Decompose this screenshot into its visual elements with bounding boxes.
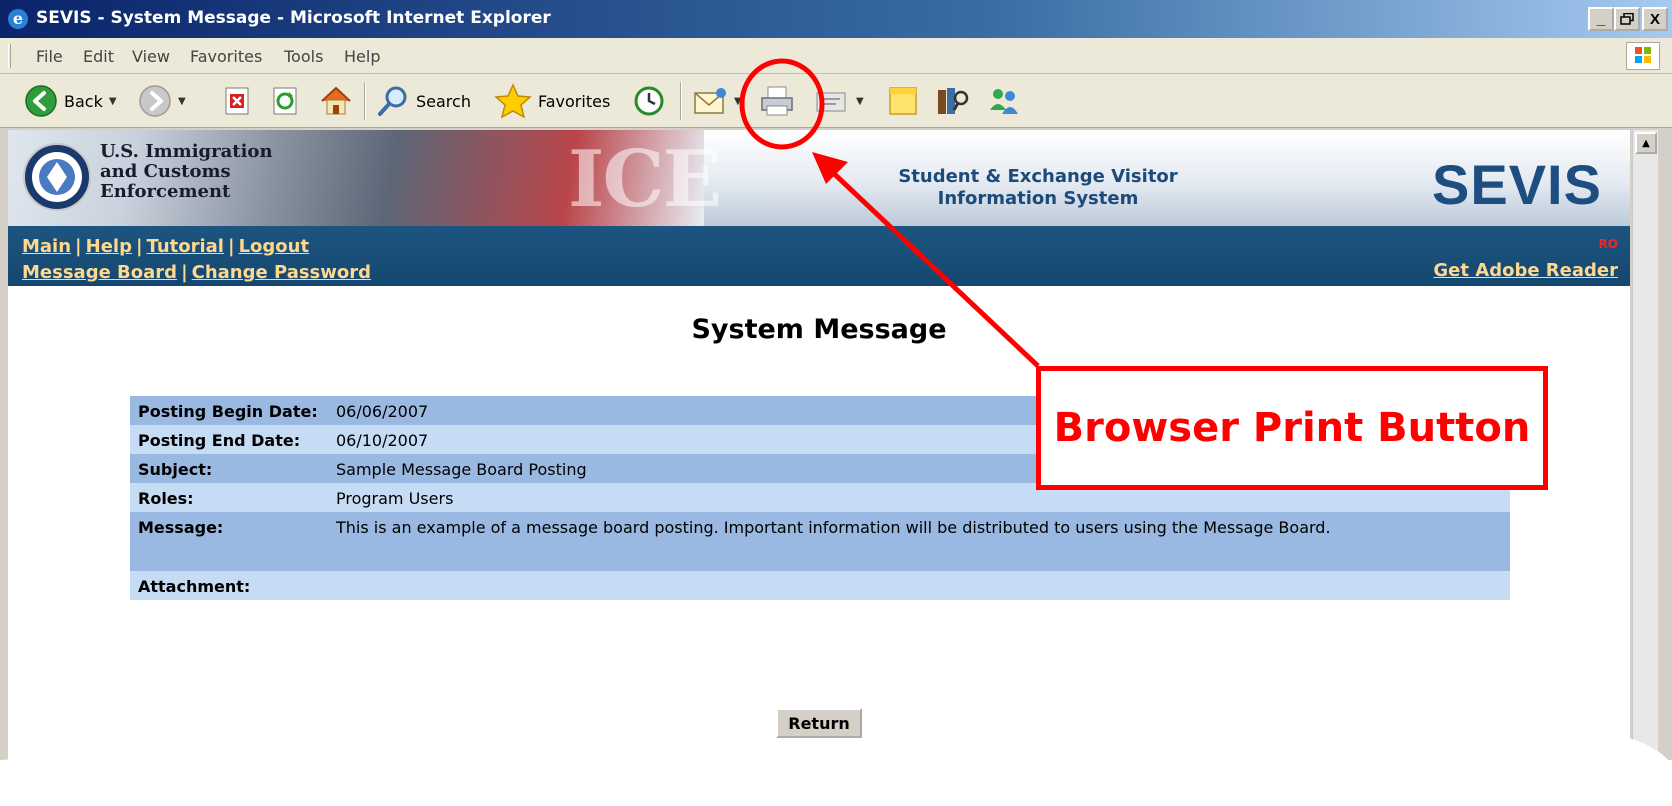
discuss-button[interactable] xyxy=(886,82,920,120)
nav-link-help[interactable]: Help xyxy=(86,236,132,257)
scroll-up-icon[interactable]: ▲ xyxy=(1635,132,1657,154)
field-label: Subject: xyxy=(138,460,213,479)
minimize-button[interactable]: _ xyxy=(1588,7,1614,31)
favorites-label: Favorites xyxy=(538,91,611,111)
site-header: U.S. Immigration and Customs Enforcement… xyxy=(8,130,1630,226)
restore-icon xyxy=(1620,13,1634,25)
stop-button[interactable] xyxy=(222,82,254,120)
research-button[interactable] xyxy=(934,82,970,120)
ice-banner-image: U.S. Immigration and Customs Enforcement… xyxy=(8,130,722,226)
search-label: Search xyxy=(416,91,471,111)
field-label: Roles: xyxy=(138,489,194,508)
annotation-callout: Browser Print Button xyxy=(1036,366,1548,490)
get-adobe-reader-link[interactable]: Get Adobe Reader xyxy=(1433,260,1618,281)
nav-link-tutorial[interactable]: Tutorial xyxy=(147,236,224,257)
standard-toolbar: Back ▼ ▼ Search Favorites ▼ ▼ xyxy=(0,74,1672,128)
sevis-logo: SEVIS xyxy=(1432,153,1602,216)
window-title: SEVIS - System Message - Microsoft Inter… xyxy=(36,8,551,28)
print-button[interactable] xyxy=(758,82,796,120)
nav-row-primary: Main | Help | Tutorial | Logout xyxy=(22,236,310,257)
edit-page-icon xyxy=(816,92,846,112)
nav-link-change-password[interactable]: Change Password xyxy=(192,262,371,283)
edit-button[interactable]: ▼ xyxy=(814,82,864,120)
back-dropdown-icon[interactable]: ▼ xyxy=(109,96,117,107)
field-label: Posting End Date: xyxy=(138,431,301,450)
nav-link-message-board[interactable]: Message Board xyxy=(22,262,177,283)
toolbar-separator xyxy=(364,82,366,120)
stop-icon xyxy=(225,87,249,115)
field-label: Message: xyxy=(138,518,224,537)
history-icon xyxy=(634,86,664,116)
mail-button[interactable]: ▼ xyxy=(692,82,742,120)
close-button[interactable]: X xyxy=(1642,7,1668,31)
refresh-icon xyxy=(273,87,297,115)
title-bar: e SEVIS - System Message - Microsoft Int… xyxy=(0,0,1672,38)
menu-favorites[interactable]: Favorites xyxy=(190,47,262,66)
field-label: Posting Begin Date: xyxy=(138,402,318,421)
ice-wordmark: ICE xyxy=(568,134,722,225)
back-arrow-icon xyxy=(25,85,57,117)
nav-bar: Main | Help | Tutorial | Logout Message Board |… xyxy=(8,226,1630,286)
refresh-button[interactable] xyxy=(270,82,302,120)
menu-bar: File Edit View Favorites Tools Help xyxy=(0,38,1672,74)
menu-help[interactable]: Help xyxy=(344,47,380,66)
internet-explorer-icon: e xyxy=(8,9,28,29)
vertical-scrollbar[interactable]: ▲ xyxy=(1632,130,1658,760)
menu-grip xyxy=(8,44,11,68)
menu-tools[interactable]: Tools xyxy=(284,47,323,66)
back-button[interactable]: Back ▼ xyxy=(24,82,117,120)
favorites-star-icon xyxy=(494,83,532,119)
table-row: Message: This is an example of a message… xyxy=(130,512,1510,571)
agency-name: U.S. Immigration and Customs Enforcement xyxy=(100,141,273,202)
history-button[interactable] xyxy=(632,82,666,120)
home-button[interactable] xyxy=(318,82,354,120)
nav-row-secondary: Message Board | Change Password xyxy=(22,262,372,283)
mail-icon xyxy=(694,88,726,114)
maximize-button[interactable] xyxy=(1614,7,1640,31)
research-icon xyxy=(938,88,969,114)
home-icon xyxy=(321,86,351,115)
windows-logo-icon xyxy=(1626,42,1660,70)
messenger-icon xyxy=(990,89,1018,114)
table-row: Attachment: xyxy=(130,571,1510,600)
forward-dropdown-icon[interactable]: ▼ xyxy=(178,96,186,107)
return-button[interactable]: Return xyxy=(776,708,862,738)
search-button[interactable]: Search xyxy=(376,82,471,120)
svg-text:e: e xyxy=(13,9,23,28)
menu-view[interactable]: View xyxy=(132,47,170,66)
edit-dropdown-icon[interactable]: ▼ xyxy=(856,96,864,107)
messenger-button[interactable] xyxy=(986,82,1022,120)
menu-edit[interactable]: Edit xyxy=(83,47,114,66)
field-value xyxy=(336,571,1510,600)
menu-file[interactable]: File xyxy=(36,47,63,66)
page-title: System Message xyxy=(691,314,947,345)
mail-dropdown-icon[interactable]: ▼ xyxy=(734,96,742,107)
dhs-seal-icon xyxy=(23,143,91,211)
toolbar-separator xyxy=(680,82,682,120)
field-label: Attachment: xyxy=(138,577,251,596)
back-label: Back xyxy=(64,91,103,111)
forward-arrow-icon xyxy=(139,85,171,117)
printer-icon xyxy=(761,86,793,116)
role-badge: RO xyxy=(1598,237,1618,251)
search-icon xyxy=(378,86,407,116)
favorites-button[interactable]: Favorites xyxy=(494,82,610,120)
field-value: This is an example of a message board po… xyxy=(336,518,1331,537)
nav-link-main[interactable]: Main xyxy=(22,236,71,257)
nav-link-logout[interactable]: Logout xyxy=(239,236,310,257)
system-name: Student & Exchange Visitor Information S… xyxy=(898,166,1178,209)
forward-button[interactable]: ▼ xyxy=(138,82,186,120)
note-icon xyxy=(889,87,917,115)
